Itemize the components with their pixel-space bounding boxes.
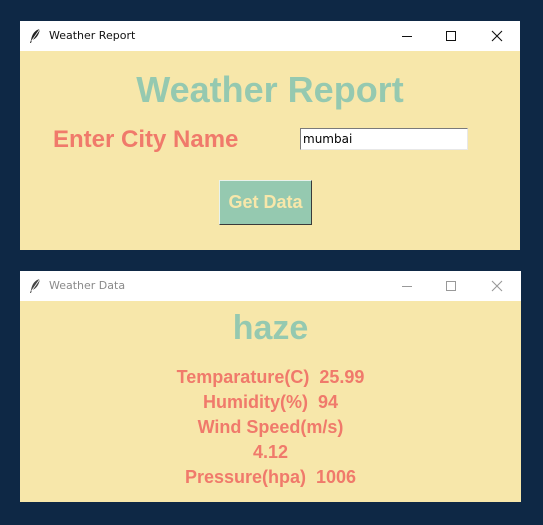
feather-icon bbox=[30, 278, 41, 293]
window-title: Weather Data bbox=[49, 279, 126, 292]
app-heading: Weather Report bbox=[136, 69, 404, 110]
close-button[interactable] bbox=[474, 271, 520, 301]
wind-speed-label: Wind Speed(m/s) bbox=[197, 417, 344, 437]
minimize-button[interactable] bbox=[384, 21, 430, 51]
maximize-button[interactable] bbox=[428, 21, 474, 51]
humidity-line: Humidity(%) 94 bbox=[202, 392, 339, 412]
close-button[interactable] bbox=[474, 21, 520, 51]
titlebar[interactable]: Weather Data bbox=[20, 271, 521, 301]
weather-description: haze bbox=[232, 309, 309, 347]
minimize-button[interactable] bbox=[384, 271, 430, 301]
feather-icon bbox=[30, 28, 41, 43]
maximize-icon bbox=[446, 31, 456, 41]
minimize-icon bbox=[402, 36, 412, 37]
city-name-input[interactable] bbox=[300, 128, 468, 150]
get-data-button[interactable]: Get Data bbox=[219, 180, 312, 225]
minimize-icon bbox=[402, 286, 412, 287]
weather-report-window: Weather Report Weather Report Enter City… bbox=[20, 21, 520, 250]
wind-speed-value: 4.12 bbox=[252, 442, 289, 462]
close-icon bbox=[491, 280, 503, 292]
pressure-line: Pressure(hpa) 1006 bbox=[184, 467, 357, 487]
titlebar[interactable]: Weather Report bbox=[20, 21, 520, 51]
maximize-button[interactable] bbox=[428, 271, 474, 301]
close-icon bbox=[491, 30, 503, 42]
weather-data-window: Weather Data haze Temparature(C) 25.99 H… bbox=[20, 271, 521, 502]
window-title: Weather Report bbox=[49, 29, 136, 42]
temperature-line: Temparature(C) 25.99 bbox=[176, 367, 365, 387]
maximize-icon bbox=[446, 281, 456, 291]
city-name-label: Enter City Name bbox=[53, 126, 239, 153]
